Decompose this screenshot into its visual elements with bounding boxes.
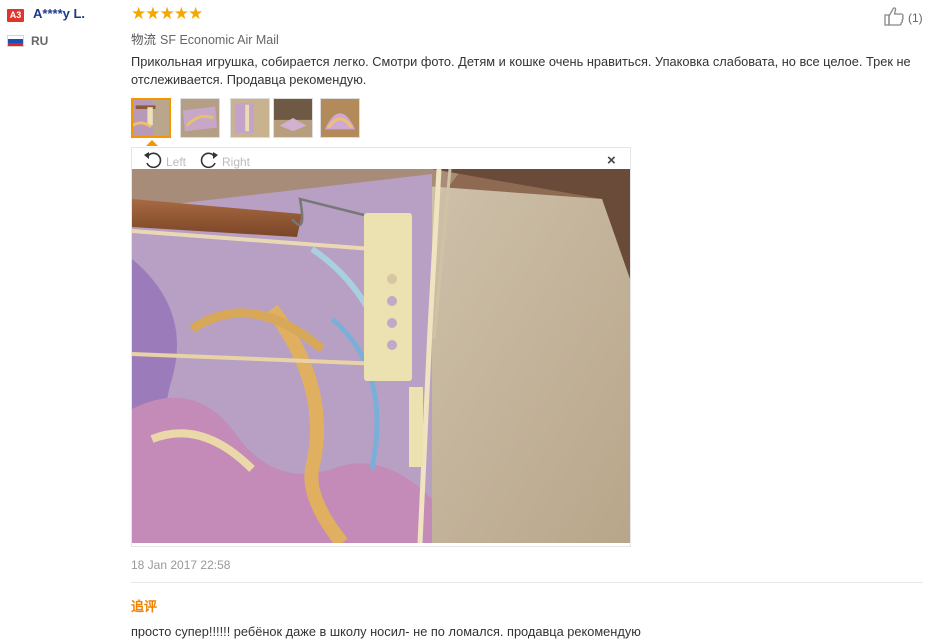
- shipping-label: 物流: [131, 33, 157, 47]
- country-flag-icon: [7, 35, 24, 47]
- helpful-count: (1): [908, 10, 923, 25]
- divider: [131, 582, 923, 583]
- selected-thumbnail-caret: [146, 140, 158, 146]
- user-level-badge: A3: [7, 9, 24, 22]
- photo-thumbnail[interactable]: [180, 98, 220, 138]
- rotate-left-label: Left: [166, 154, 187, 169]
- photo-thumbnail[interactable]: [131, 98, 171, 138]
- thumbs-up-icon: [883, 6, 905, 29]
- followup-label: 追评: [131, 599, 158, 614]
- review-date: 18 Jan 2017 22:58: [131, 558, 231, 572]
- photo-thumbnail[interactable]: [230, 98, 270, 138]
- shipping-info: 物流 SF Economic Air Mail: [131, 29, 279, 48]
- followup-text: просто супер!!!!!! ребёнок даже в школу …: [131, 624, 641, 639]
- reviewer-name: A****y L.: [33, 6, 86, 21]
- close-viewer-button[interactable]: ×: [607, 152, 616, 169]
- helpful-button[interactable]: (1): [883, 6, 923, 29]
- photo-thumbnail[interactable]: [273, 98, 313, 138]
- photo-thumbnail[interactable]: [320, 98, 360, 138]
- enlarged-photo: [132, 169, 630, 543]
- shipping-method: SF Economic Air Mail: [160, 33, 279, 47]
- review-text: Прикольная игрушка, собирается легко. См…: [131, 54, 911, 87]
- star-rating: ★★★★★: [131, 4, 203, 23]
- rotate-right-label: Right: [222, 154, 251, 169]
- reviewer-country: RU: [31, 34, 49, 48]
